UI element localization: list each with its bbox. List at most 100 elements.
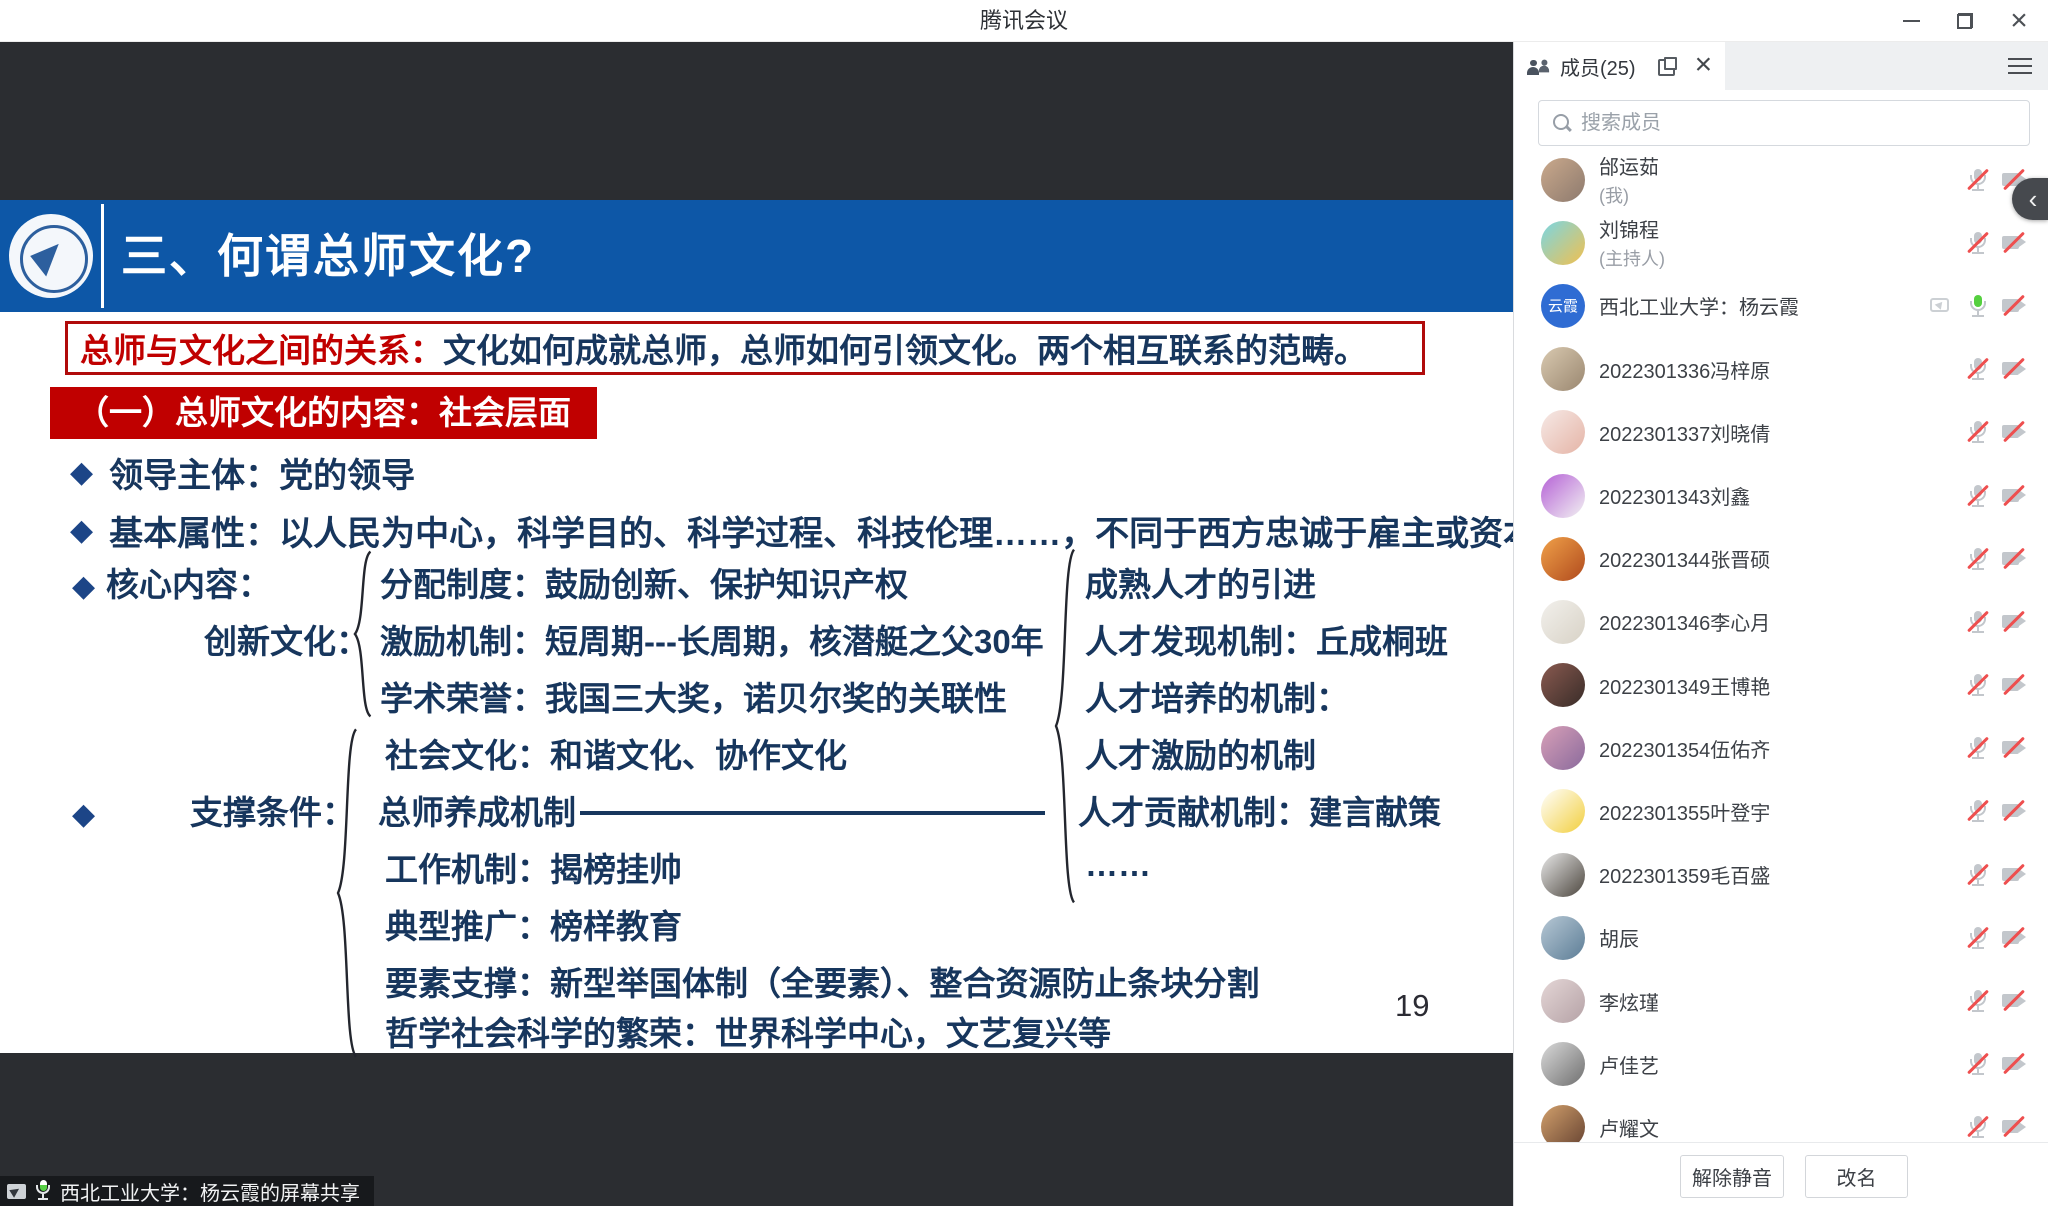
- camera-off-icon[interactable]: [2001, 357, 2027, 381]
- member-row[interactable]: 2022301354伍佑齐: [1514, 717, 2048, 780]
- camera-off-icon[interactable]: [2001, 231, 2027, 255]
- camera-off-icon[interactable]: [2001, 673, 2027, 697]
- hamburger-icon: [2008, 65, 2032, 68]
- member-name-block: 2022301346李心月: [1599, 607, 1770, 636]
- member-row-icons: [1965, 926, 2027, 950]
- member-row[interactable]: 2022301336冯梓原: [1514, 338, 2048, 401]
- member-row[interactable]: 邰运茹(我): [1514, 148, 2048, 211]
- camera-off-icon[interactable]: [2001, 1115, 2027, 1139]
- member-name-block: 卢耀文: [1599, 1113, 1659, 1142]
- member-row[interactable]: 2022301349王博艳: [1514, 654, 2048, 717]
- camera-off-icon[interactable]: [2001, 547, 2027, 571]
- camera-off-icon[interactable]: [2001, 610, 2027, 634]
- panel-close-icon[interactable]: [1695, 52, 1715, 80]
- collapse-panel-handle[interactable]: [2012, 178, 2048, 220]
- diamond-icon: [72, 797, 95, 832]
- member-row-icons: [1965, 1115, 2027, 1139]
- mic-muted-icon[interactable]: [1965, 926, 1991, 950]
- camera-off-icon[interactable]: [2001, 484, 2027, 508]
- mic-muted-icon[interactable]: [1965, 168, 1991, 192]
- search-box[interactable]: [1538, 100, 2030, 146]
- member-row[interactable]: 李炫瑾: [1514, 969, 2048, 1032]
- member-row-icons: [1965, 1052, 2027, 1076]
- support-item: 要素支撑：新型举国体制（全要素）、整合资源防止条块分割: [385, 964, 1260, 1004]
- slide-body: 总师与文化之间的关系： 文化如何成就总师，总师如何引领文化。两个相互联系的范畴。…: [0, 312, 1513, 1053]
- member-name-block: 2022301337刘晓倩: [1599, 418, 1770, 447]
- mic-muted-icon[interactable]: [1965, 736, 1991, 760]
- member-name-block: 刘锦程(主持人): [1599, 214, 1665, 271]
- search-input[interactable]: [1581, 112, 2029, 135]
- relation-statement-box: 总师与文化之间的关系： 文化如何成就总师，总师如何引领文化。两个相互联系的范畴。: [65, 321, 1425, 375]
- camera-off-icon[interactable]: [2001, 294, 2027, 318]
- mic-muted-icon[interactable]: [1965, 231, 1991, 255]
- unmute-button[interactable]: 解除静音: [1680, 1155, 1784, 1198]
- member-row[interactable]: 2022301337刘晓倩: [1514, 401, 2048, 464]
- mic-muted-icon[interactable]: [1965, 357, 1991, 381]
- member-row[interactable]: 卢佳艺: [1514, 1033, 2048, 1096]
- mic-muted-icon[interactable]: [1965, 1115, 1991, 1139]
- popout-icon[interactable]: [1658, 57, 1677, 76]
- member-row[interactable]: 卢耀文: [1514, 1096, 2048, 1142]
- avatar: [1541, 726, 1585, 770]
- window-controls: [1896, 0, 2034, 42]
- support-item: 哲学社会科学的繁荣：世界科学中心，文艺复兴等: [385, 1014, 1111, 1054]
- member-row-icons: [1965, 357, 2027, 381]
- member-row-icons: [1965, 610, 2027, 634]
- minimize-button[interactable]: [1896, 6, 1926, 36]
- mic-muted-icon[interactable]: [1965, 547, 1991, 571]
- avatar: [1541, 1105, 1585, 1142]
- support-item: 工作机制：揭榜挂帅: [385, 850, 682, 890]
- camera-off-icon[interactable]: [2001, 926, 2027, 950]
- camera-off-icon[interactable]: [2001, 420, 2027, 444]
- menu-button[interactable]: [2006, 54, 2034, 78]
- section-banner: （一）总师文化的内容：社会层面: [50, 387, 597, 439]
- camera-off-icon[interactable]: [2001, 736, 2027, 760]
- annotation-icon[interactable]: [7, 1184, 26, 1199]
- member-row[interactable]: 2022301343刘鑫: [1514, 464, 2048, 527]
- mic-on-icon[interactable]: [1965, 294, 1991, 318]
- mic-muted-icon[interactable]: [1965, 610, 1991, 634]
- mic-muted-icon[interactable]: [1965, 484, 1991, 508]
- maximize-button[interactable]: [1950, 6, 1980, 36]
- member-row[interactable]: 胡辰: [1514, 906, 2048, 969]
- member-name-block: 2022301354伍佑齐: [1599, 734, 1770, 763]
- member-row[interactable]: 2022301344张晋硕: [1514, 527, 2048, 590]
- member-row[interactable]: 2022301346李心月: [1514, 590, 2048, 653]
- member-row-icons: [1965, 673, 2027, 697]
- member-name: 卢佳艺: [1599, 1050, 1659, 1079]
- rename-button[interactable]: 改名: [1805, 1155, 1908, 1198]
- meeting-window: 腾讯会议 三、何谓总师文化? 总师与文化之间的关系： 文化如何成就总师，总师如何…: [0, 0, 2048, 1206]
- member-row-icons: [1965, 989, 2027, 1013]
- mic-muted-icon[interactable]: [1965, 989, 1991, 1013]
- camera-off-icon[interactable]: [2001, 799, 2027, 823]
- member-row[interactable]: 云霞西北工业大学：杨云霞: [1514, 274, 2048, 337]
- member-row-icons: [1929, 294, 2027, 318]
- relation-text: 文化如何成就总师，总师如何引领文化。两个相互联系的范畴。: [443, 324, 1367, 372]
- bullet-leadership: 领导主体：党的领导: [70, 452, 415, 492]
- avatar: [1541, 410, 1585, 454]
- mic-muted-icon[interactable]: [1965, 799, 1991, 823]
- search-area: [1514, 90, 2048, 152]
- close-button[interactable]: [2004, 6, 2034, 36]
- camera-off-icon[interactable]: [2001, 1052, 2027, 1076]
- member-row[interactable]: 2022301359毛百盛: [1514, 843, 2048, 906]
- maximize-icon: [1957, 13, 1973, 29]
- minimize-icon: [1903, 20, 1920, 22]
- member-row[interactable]: 2022301355叶登宇: [1514, 780, 2048, 843]
- mic-on-icon: [35, 1180, 51, 1202]
- mic-muted-icon[interactable]: [1965, 673, 1991, 697]
- tab-members[interactable]: 成员(25): [1514, 42, 1725, 90]
- member-name-block: 2022301355叶登宇: [1599, 797, 1770, 826]
- diamond-icon: [70, 513, 93, 548]
- member-name: 2022301336冯梓原: [1599, 355, 1770, 384]
- support-item: 社会文化：和谐文化、协作文化: [385, 736, 847, 776]
- tab-members-label: 成员(25): [1560, 52, 1636, 81]
- camera-off-icon[interactable]: [2001, 863, 2027, 887]
- camera-off-icon[interactable]: [2001, 989, 2027, 1013]
- member-name-block: 2022301343刘鑫: [1599, 481, 1750, 510]
- mic-muted-icon[interactable]: [1965, 1052, 1991, 1076]
- mic-muted-icon[interactable]: [1965, 420, 1991, 444]
- member-row[interactable]: 刘锦程(主持人): [1514, 211, 2048, 274]
- mic-muted-icon[interactable]: [1965, 863, 1991, 887]
- search-icon: [1553, 114, 1571, 132]
